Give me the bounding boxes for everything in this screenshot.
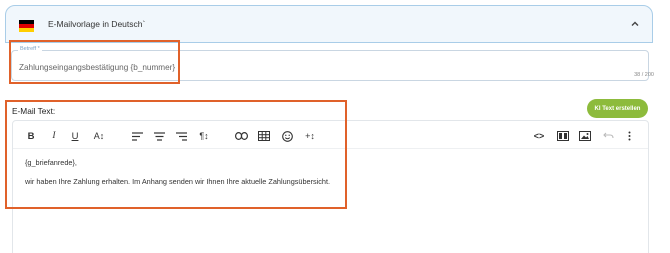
body-line: wir haben Ihre Zahlung erhalten. Im Anha… (25, 177, 331, 187)
accordion-title: E-Mailvorlage in Deutsch` (48, 19, 146, 29)
german-flag-icon (19, 20, 34, 32)
font-size-button[interactable]: A↕ (92, 129, 106, 143)
media-icon[interactable] (556, 129, 570, 143)
subject-input[interactable]: Zahlungseingangsbestätigung {b_nummer} (19, 63, 175, 72)
align-left-icon[interactable] (131, 129, 143, 143)
paragraph-button[interactable]: ¶↕ (197, 129, 211, 143)
subject-char-count: 38 / 200 (634, 72, 654, 78)
language-accordion-header[interactable]: E-Mailvorlage in Deutsch` (5, 5, 653, 43)
rich-text-editor[interactable]: B I U A↕ ¶↕ +↕ <> {g_briefanrede}, wir h… (12, 120, 649, 253)
salutation-line: {g_briefanrede}, (25, 158, 77, 167)
editor-toolbar: B I U A↕ ¶↕ +↕ <> (13, 121, 648, 149)
email-template-panel: E-Mailvorlage in Deutsch` Betreff * Zahl… (0, 0, 670, 253)
insert-button[interactable]: +↕ (303, 129, 317, 143)
undo-icon[interactable] (601, 129, 615, 143)
subject-field[interactable]: Betreff * Zahlungseingangsbestätigung {b… (11, 46, 649, 81)
link-icon[interactable] (234, 129, 248, 143)
more-options-icon[interactable] (625, 129, 633, 143)
table-icon[interactable] (257, 129, 271, 143)
underline-button[interactable]: U (70, 129, 80, 143)
italic-button[interactable]: I (49, 129, 59, 143)
chevron-up-icon[interactable] (628, 17, 642, 31)
align-right-icon[interactable] (175, 129, 187, 143)
align-center-icon[interactable] (153, 129, 165, 143)
image-icon[interactable] (578, 129, 592, 143)
ai-generate-text-button[interactable]: KI Text erstellen (587, 99, 648, 118)
bold-button[interactable]: B (26, 129, 36, 143)
code-view-icon[interactable]: <> (532, 129, 546, 143)
editor-content[interactable]: {g_briefanrede}, wir haben Ihre Zahlung … (25, 159, 330, 198)
emoji-icon[interactable] (280, 129, 294, 143)
email-text-label: E-Mail Text: (12, 106, 56, 116)
subject-label: Betreff * (18, 46, 42, 52)
